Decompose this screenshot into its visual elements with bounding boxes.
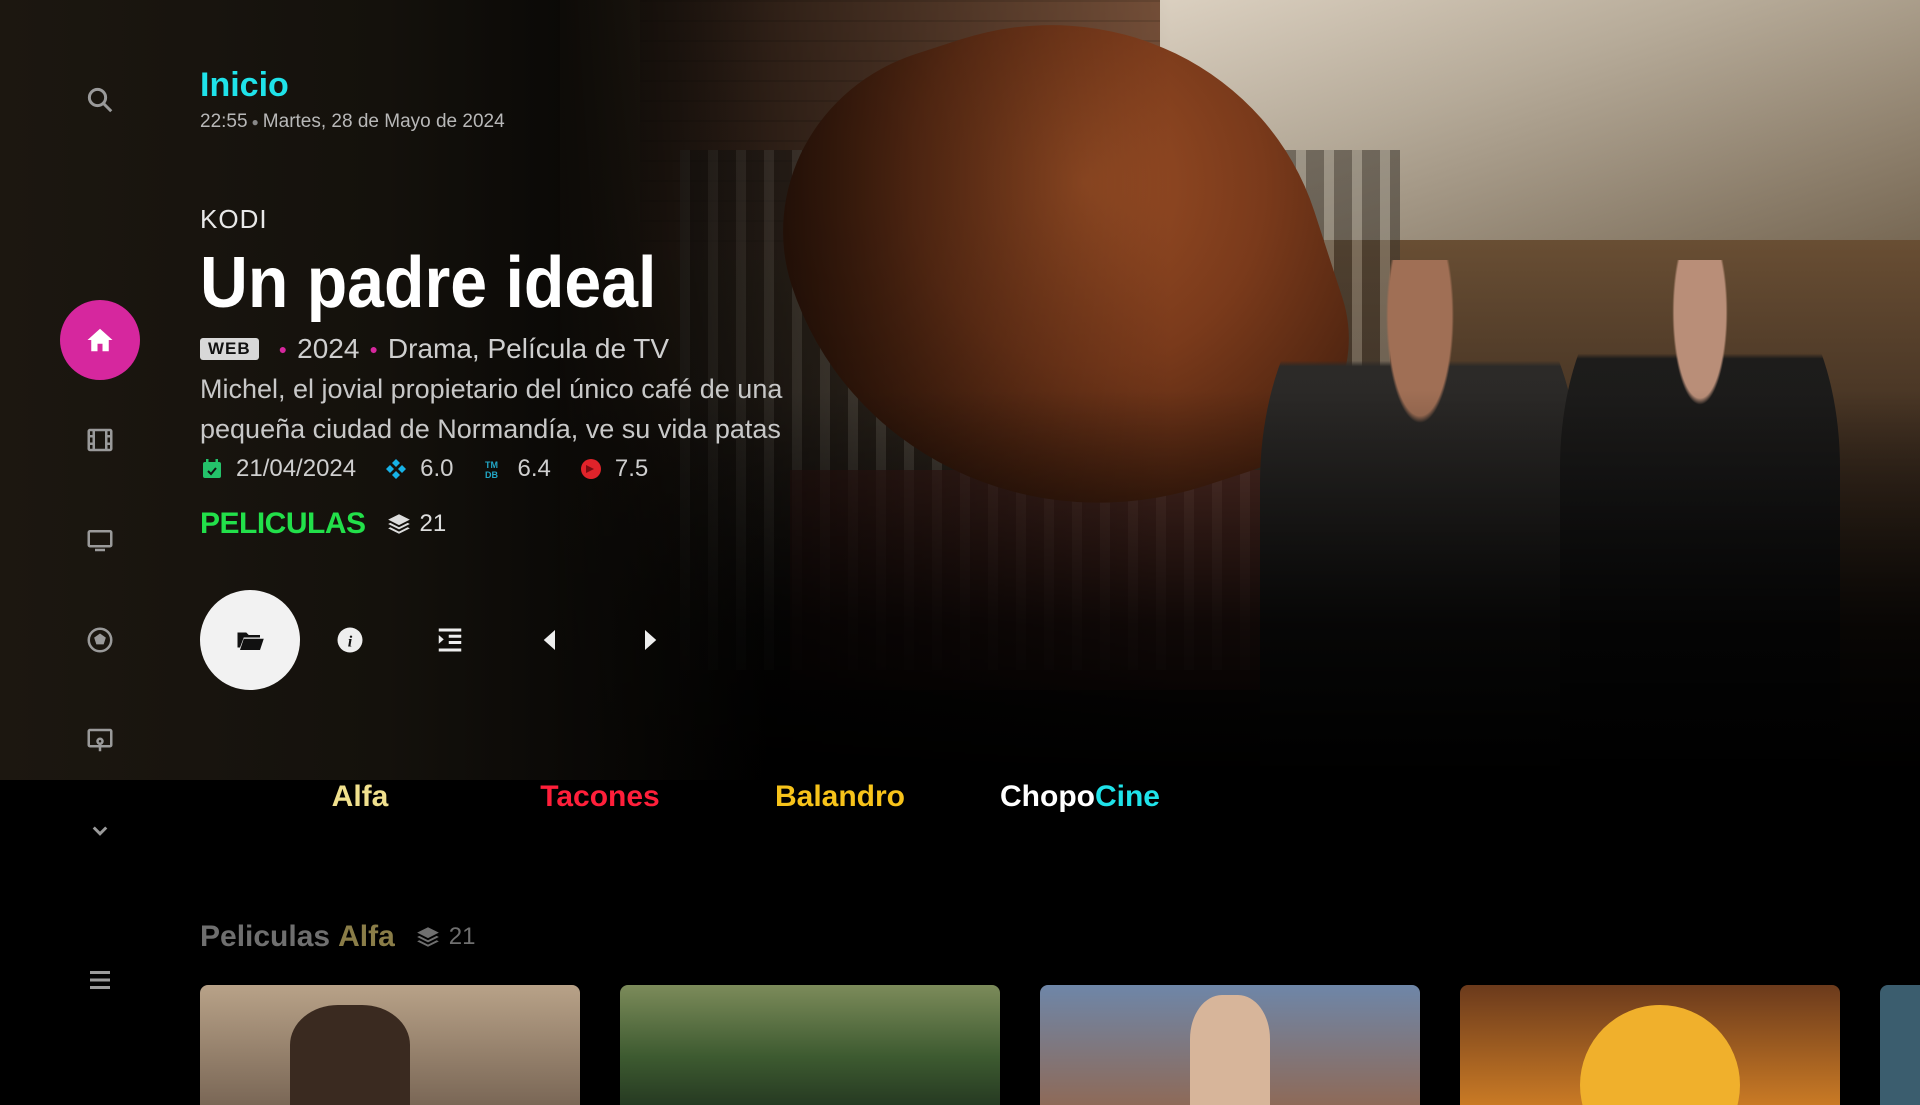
poster-card[interactable]: [1460, 985, 1840, 1105]
list-button[interactable]: [400, 590, 500, 690]
action-bar: i: [200, 590, 700, 690]
list-indent-icon: [438, 628, 462, 652]
chevron-down-icon: [92, 826, 108, 836]
sidebar-item-tv[interactable]: [60, 500, 140, 580]
info-button[interactable]: i: [300, 590, 400, 690]
next-button[interactable]: [600, 590, 700, 690]
movie-plot: Michel, el jovial propietario del único …: [200, 374, 783, 444]
collection-name: PELICULAS: [200, 507, 366, 540]
svg-text:i: i: [348, 632, 353, 650]
tv-icon: [87, 530, 113, 552]
sidebar-item-live[interactable]: [60, 700, 140, 780]
info-icon: i: [337, 627, 363, 653]
folder-open-icon: [237, 632, 264, 650]
svg-text:TM: TM: [485, 460, 498, 470]
movie-genres: Drama, Película de TV: [387, 333, 670, 364]
page-header: Inicio 22:55 ● Martes, 28 de Mayo de 2024: [200, 66, 505, 133]
collection-count: 21: [386, 510, 446, 538]
poster-row: [200, 985, 1920, 1105]
date-time: 22:55 ● Martes, 28 de Mayo de 2024: [200, 111, 505, 132]
poster-card[interactable]: [200, 985, 580, 1105]
browse-button[interactable]: [200, 590, 300, 690]
ratings-row: 21/04/2024 6.0 TM DB 6.4 7.5: [200, 455, 900, 483]
sidebar-item-home[interactable]: [60, 300, 140, 380]
release-date: 21/04/2024: [200, 455, 356, 483]
rating-kodi: 6.0: [384, 455, 454, 483]
brand-alfa[interactable]: Alfa: [240, 780, 480, 814]
row-title-part1: Peliculas: [200, 920, 331, 953]
brand-chopocine[interactable]: ChopoCine: [960, 780, 1200, 814]
layers-icon: [387, 514, 410, 534]
sidebar: [0, 0, 200, 1080]
row-count: 21: [415, 923, 475, 951]
movie-year: 2024: [297, 333, 360, 364]
movie-info-line: WEB ● 2024 ● Drama, Película de TV: [200, 333, 900, 365]
page-title: Inicio: [200, 66, 289, 104]
next-icon: [645, 630, 657, 650]
search-icon: [87, 87, 113, 113]
sidebar-item-sports[interactable]: [60, 600, 140, 680]
menu-icon: [90, 971, 110, 989]
previous-button[interactable]: [500, 590, 600, 690]
svg-text:DB: DB: [485, 470, 498, 480]
live-tv-icon: [87, 728, 113, 752]
calendar-icon: [203, 459, 221, 478]
brand-chopocine-part1: Chopo: [1000, 780, 1095, 813]
brand-shortcuts: Alfa Tacones Balandro ChopoCine: [240, 780, 1200, 814]
rating-logo-icon: [580, 459, 601, 479]
film-icon: [87, 428, 113, 452]
collection-row: PELICULAS 21: [200, 507, 900, 541]
row-title-part2: Alfa: [338, 920, 395, 953]
sidebar-item-more[interactable]: [60, 790, 140, 870]
brand-chopocine-part2: Cine: [1094, 780, 1160, 813]
rating-tmdb: TM DB 6.4: [482, 455, 551, 483]
provider-label: KODI: [200, 204, 268, 234]
brand-balandro[interactable]: Balandro: [720, 780, 960, 814]
soccer-ball-icon: [87, 627, 113, 653]
movie-title: Un padre ideal: [200, 243, 657, 323]
sidebar-item-menu[interactable]: [60, 940, 140, 1020]
poster-card[interactable]: [620, 985, 1000, 1105]
brand-tacones[interactable]: Tacones: [480, 780, 720, 814]
row-title: Peliculas Alfa 21: [200, 920, 475, 954]
clock-time: 22:55: [200, 111, 248, 132]
sidebar-item-movies[interactable]: [60, 400, 140, 480]
rating-other: 7.5: [579, 455, 648, 483]
layers-icon: [416, 927, 439, 947]
poster-card[interactable]: [1040, 985, 1420, 1105]
featured-info: KODI Un padre ideal WEB ● 2024 ● Drama, …: [200, 204, 900, 541]
previous-icon: [543, 630, 555, 650]
poster-card[interactable]: [1880, 985, 1920, 1105]
source-badge: WEB: [200, 338, 259, 360]
current-date: Martes, 28 de Mayo de 2024: [262, 111, 505, 132]
tmdb-icon: TMDB: [485, 460, 498, 480]
kodi-icon: [386, 459, 407, 479]
sidebar-item-search[interactable]: [60, 60, 140, 140]
home-icon: [87, 328, 113, 352]
